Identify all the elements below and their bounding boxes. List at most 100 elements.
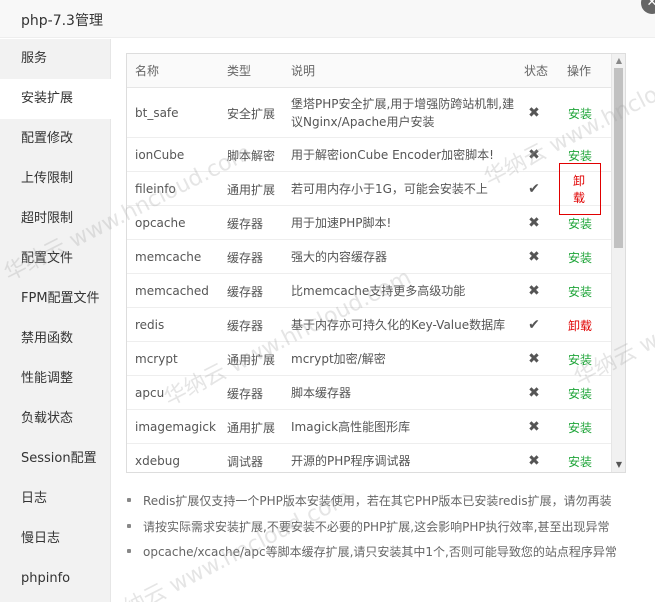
header-name: 名称 <box>135 64 160 78</box>
header-status: 状态 <box>524 64 549 78</box>
ext-desc: 若可用内存小于1G，可能会安装不上 <box>291 182 488 196</box>
status-icon: ✖ <box>528 351 540 367</box>
ext-desc: 堡塔PHP安全扩展,用于增强防跨站机制,建议Nginx/Apache用户安装 <box>291 97 515 129</box>
install-button[interactable]: 安装 <box>568 419 592 436</box>
sidebar-item-disabled-functions[interactable]: 禁用函数 <box>0 319 111 359</box>
install-button[interactable]: 安装 <box>568 351 592 368</box>
ext-name: bt_safe <box>135 106 179 120</box>
status-icon: ✖ <box>528 105 540 121</box>
table-scrollbar[interactable]: ▲ ▼ <box>611 54 625 472</box>
ext-desc: 用于加速PHP脚本! <box>291 216 392 230</box>
status-icon: ✖ <box>528 283 540 299</box>
sidebar: 服务 安装扩展 配置修改 上传限制 超时限制 配置文件 FPM配置文件 禁用函数… <box>0 39 112 602</box>
status-icon: ✖ <box>528 215 540 231</box>
ext-desc: mcrypt加密/解密 <box>291 352 386 366</box>
ext-type: 缓存器 <box>227 318 264 333</box>
note-text: Redis扩展仅支持一个PHP版本安装使用，若在其它PHP版本已安装redis扩… <box>143 494 612 508</box>
ext-type: 脚本解密 <box>227 148 276 163</box>
ext-desc: 用于解密ionCube Encoder加密脚本! <box>291 148 494 162</box>
status-icon: ✖ <box>528 249 540 265</box>
header-type: 类型 <box>227 64 252 78</box>
status-icon: ✔ <box>528 181 540 197</box>
table-row: ionCube 脚本解密 用于解密ionCube Encoder加密脚本! ✖ … <box>127 138 611 172</box>
extensions-table: 名称 类型 说明 状态 操作 bt_safe 安全扩展 堡塔PHP安全扩展,用于… <box>126 53 626 473</box>
ext-type: 缓存器 <box>227 284 264 299</box>
ext-name: ionCube <box>135 148 185 162</box>
sidebar-item-config-file[interactable]: 配置文件 <box>0 239 111 279</box>
table-row: redis 缓存器 基于内存亦可持久化的Key-Value数据库 ✔ 卸载 <box>127 308 611 342</box>
table-row: fileinfo 通用扩展 若可用内存小于1G，可能会安装不上 ✔ 卸载 <box>127 163 611 215</box>
table-row: opcache 缓存器 用于加速PHP脚本! ✖ 安装 <box>127 206 611 240</box>
ext-name: xdebug <box>135 454 180 468</box>
table-row: xdebug 调试器 开源的PHP程序调试器 ✖ 安装 <box>127 444 611 472</box>
ext-type: 安全扩展 <box>227 106 276 121</box>
close-icon[interactable]: ✕ <box>641 0 655 14</box>
ext-type: 调试器 <box>227 454 264 469</box>
table-row: mcrypt 通用扩展 mcrypt加密/解密 ✖ 安装 <box>127 342 611 376</box>
sidebar-item-fpm-config[interactable]: FPM配置文件 <box>0 279 111 319</box>
ext-name: redis <box>135 318 165 332</box>
install-button[interactable]: 安装 <box>568 105 592 122</box>
note-text: opcache/xcache/apc等脚本缓存扩展,请只安装其中1个,否则可能导… <box>143 545 617 559</box>
status-icon: ✖ <box>528 419 540 435</box>
install-button[interactable]: 安装 <box>568 385 592 402</box>
uninstall-button[interactable]: 卸载 <box>568 317 592 334</box>
header-desc: 说明 <box>291 64 316 78</box>
note-item: Redis扩展仅支持一个PHP版本安装使用，若在其它PHP版本已安装redis扩… <box>127 492 627 509</box>
ext-type: 通用扩展 <box>227 420 276 435</box>
ext-desc: 强大的内容缓存器 <box>291 250 388 264</box>
sidebar-item-load-status[interactable]: 负载状态 <box>0 399 111 439</box>
bullet-icon <box>127 524 131 528</box>
bullet-icon <box>127 498 131 502</box>
ext-desc: 比memcache支持更多高级功能 <box>291 284 466 298</box>
status-icon: ✔ <box>528 317 540 333</box>
install-button[interactable]: 安装 <box>568 283 592 300</box>
sidebar-item-config-edit[interactable]: 配置修改 <box>0 119 111 159</box>
status-icon: ✖ <box>528 147 540 163</box>
sidebar-item-upload-limit[interactable]: 上传限制 <box>0 159 111 199</box>
install-button[interactable]: 安装 <box>568 249 592 266</box>
table-row: apcu 缓存器 脚本缓存器 ✖ 安装 <box>127 376 611 410</box>
sidebar-item-install-extensions[interactable]: 安装扩展 <box>0 79 112 119</box>
install-button[interactable]: 安装 <box>568 453 592 470</box>
status-icon: ✖ <box>528 385 540 401</box>
ext-type: 缓存器 <box>227 386 264 401</box>
note-text: 请按实际需求安装扩展,不要安装不必要的PHP扩展,这会影响PHP执行效率,甚至出… <box>143 520 610 534</box>
table-row: bt_safe 安全扩展 堡塔PHP安全扩展,用于增强防跨站机制,建议Nginx… <box>127 88 611 138</box>
ext-type: 通用扩展 <box>227 182 276 197</box>
php-manager-dialog: php-7.3管理 ✕ 服务 安装扩展 配置修改 上传限制 超时限制 配置文件 … <box>0 0 655 602</box>
scroll-down-arrow-icon[interactable]: ▼ <box>612 458 625 472</box>
dialog-title: php-7.3管理 <box>21 13 103 29</box>
install-button[interactable]: 安装 <box>568 147 592 164</box>
sidebar-item-phpinfo[interactable]: phpinfo <box>0 559 111 599</box>
note-item: opcache/xcache/apc等脚本缓存扩展,请只安装其中1个,否则可能导… <box>127 543 627 560</box>
title-bar: php-7.3管理 ✕ <box>0 0 655 38</box>
table-row: memcached 缓存器 比memcache支持更多高级功能 ✖ 安装 <box>127 274 611 308</box>
sidebar-item-performance[interactable]: 性能调整 <box>0 359 111 399</box>
table-row: imagemagick 通用扩展 Imagick高性能图形库 ✖ 安装 <box>127 410 611 444</box>
ext-desc: Imagick高性能图形库 <box>291 420 411 434</box>
ext-name: memcached <box>135 284 209 298</box>
ext-name: imagemagick <box>135 420 216 434</box>
ext-type: 通用扩展 <box>227 352 276 367</box>
ext-desc: 基于内存亦可持久化的Key-Value数据库 <box>291 318 506 332</box>
install-button[interactable]: 安装 <box>568 215 592 232</box>
ext-name: opcache <box>135 216 186 230</box>
bullet-icon <box>127 549 131 553</box>
scroll-up-arrow-icon[interactable]: ▲ <box>612 54 625 68</box>
ext-name: memcache <box>135 250 202 264</box>
header-op: 操作 <box>567 64 592 78</box>
sidebar-item-session-config[interactable]: Session配置 <box>0 439 111 479</box>
sidebar-item-log[interactable]: 日志 <box>0 479 111 519</box>
scroll-thumb[interactable] <box>614 68 623 248</box>
ext-type: 缓存器 <box>227 216 264 231</box>
note-item: 请按实际需求安装扩展,不要安装不必要的PHP扩展,这会影响PHP执行效率,甚至出… <box>127 518 627 535</box>
ext-type: 缓存器 <box>227 250 264 265</box>
sidebar-item-slow-log[interactable]: 慢日志 <box>0 519 111 559</box>
table-header: 名称 类型 说明 状态 操作 <box>127 54 611 88</box>
sidebar-item-timeout-limit[interactable]: 超时限制 <box>0 199 111 239</box>
ext-name: fileinfo <box>135 182 176 196</box>
ext-desc: 开源的PHP程序调试器 <box>291 454 411 468</box>
sidebar-item-service[interactable]: 服务 <box>0 39 111 79</box>
ext-name: mcrypt <box>135 352 178 366</box>
